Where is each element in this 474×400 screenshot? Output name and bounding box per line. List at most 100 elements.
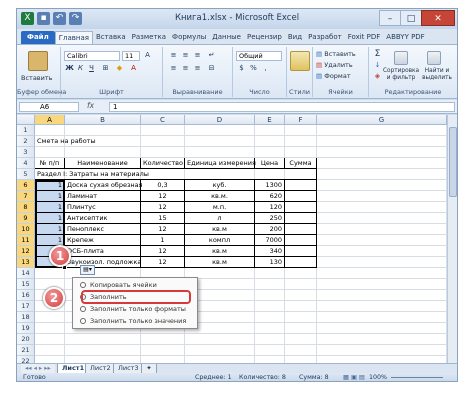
cell-text[interactable]: 1 (35, 202, 65, 213)
formula-input[interactable]: 1 (109, 102, 455, 112)
radio-icon[interactable] (80, 282, 86, 288)
cell[interactable] (317, 345, 447, 356)
cell-text[interactable]: 200 (255, 224, 285, 235)
cell-text[interactable]: Антисептик (65, 213, 141, 224)
cell-text[interactable] (285, 235, 317, 246)
cell-text[interactable]: Доска сухая обрезная (65, 180, 143, 191)
cell-text[interactable]: Ламинат (65, 191, 141, 202)
cell-text[interactable]: 1300 (255, 180, 285, 191)
row-header[interactable]: 2 (17, 136, 35, 147)
cell[interactable] (285, 268, 317, 279)
row-header[interactable]: 17 (17, 301, 35, 312)
cell[interactable] (317, 224, 447, 235)
cell[interactable] (285, 290, 317, 301)
row-header[interactable]: 8 (17, 202, 35, 213)
cell[interactable] (285, 125, 317, 136)
align-middle-icon[interactable]: ≡ (181, 51, 190, 60)
column-header-e[interactable]: E (255, 115, 285, 125)
cell[interactable] (65, 345, 141, 356)
number-format-dropdown[interactable]: Общий (236, 51, 282, 61)
cell-text[interactable]: 340 (255, 246, 285, 257)
option-fill-formats-only[interactable]: Заполнить только форматы (77, 303, 195, 315)
cell[interactable] (185, 136, 255, 147)
cell[interactable] (285, 147, 317, 158)
row-header[interactable]: 18 (17, 312, 35, 323)
cell[interactable] (35, 356, 65, 363)
cell-text[interactable]: 7000 (255, 235, 285, 246)
grow-font-icon[interactable]: A (143, 51, 152, 60)
cell-text[interactable] (285, 191, 317, 202)
cell[interactable] (255, 279, 285, 290)
cell-text[interactable] (285, 246, 317, 257)
italic-icon[interactable]: К (76, 64, 85, 73)
borders-icon[interactable]: ⊞ (101, 64, 110, 73)
cell[interactable] (141, 356, 185, 363)
tab-foxit[interactable]: Foxit PDF (345, 31, 384, 44)
paste-button[interactable]: Вставить (21, 74, 52, 82)
cell-text[interactable] (285, 257, 317, 268)
cell[interactable] (255, 125, 285, 136)
cell[interactable] (141, 147, 185, 158)
fill-icon[interactable]: ↓ (373, 61, 382, 70)
cell-text[interactable]: 12 (141, 257, 185, 268)
comma-icon[interactable]: , (261, 64, 270, 73)
format-cells-button[interactable]: ▤ Формат (316, 72, 351, 80)
cell[interactable] (35, 147, 65, 158)
cell-text[interactable]: 12 (141, 191, 185, 202)
row-header[interactable]: 6 (17, 180, 35, 191)
cell[interactable] (317, 279, 447, 290)
tab-file[interactable]: Файл (21, 31, 55, 44)
cell[interactable] (185, 345, 255, 356)
autosum-icon[interactable]: Σ (373, 50, 382, 59)
font-color-icon[interactable]: A (129, 64, 138, 73)
font-size-dropdown[interactable]: 11 (122, 51, 140, 61)
styles-icon[interactable] (290, 51, 310, 71)
tab-data[interactable]: Данные (209, 31, 244, 44)
sort-filter-icon[interactable] (394, 51, 408, 65)
bold-icon[interactable]: Ж (65, 64, 74, 73)
align-bottom-icon[interactable]: ≡ (193, 51, 202, 60)
sort-filter-button[interactable]: Сортировка и фильтр (383, 68, 419, 82)
cell[interactable] (255, 323, 285, 334)
cell-text[interactable]: Смета на работы (35, 136, 185, 147)
cell-text[interactable]: Сумма (285, 158, 317, 169)
cell[interactable] (317, 301, 447, 312)
cell[interactable] (141, 125, 185, 136)
cell[interactable] (255, 136, 285, 147)
cell[interactable] (317, 136, 447, 147)
cell-text[interactable]: ОСБ-плита (65, 246, 141, 257)
cell[interactable] (317, 169, 447, 180)
cell[interactable] (317, 312, 447, 323)
align-left-icon[interactable]: ≡ (169, 64, 178, 73)
cell[interactable] (141, 334, 185, 345)
cell[interactable] (317, 235, 447, 246)
radio-icon[interactable] (80, 306, 86, 312)
cell-text[interactable]: 12 (141, 224, 185, 235)
merge-icon[interactable]: ⊟ (207, 64, 216, 73)
option-fill-values-only[interactable]: Заполнить только значения (77, 315, 195, 327)
row-header[interactable]: 20 (17, 334, 35, 345)
cell[interactable] (255, 147, 285, 158)
cell-text[interactable]: Наименование (65, 158, 141, 169)
cell[interactable] (185, 125, 255, 136)
cell[interactable] (317, 191, 447, 202)
cell[interactable] (285, 334, 317, 345)
align-top-icon[interactable]: ≡ (169, 51, 178, 60)
cell[interactable] (65, 147, 141, 158)
cell-text[interactable]: 1 (35, 191, 65, 202)
cell-text[interactable] (285, 202, 317, 213)
cell-text[interactable] (285, 180, 317, 191)
cell-text[interactable]: Плинтус (65, 202, 141, 213)
row-header[interactable]: 10 (17, 224, 35, 235)
cell[interactable] (285, 356, 317, 363)
row-header[interactable]: 22 (17, 356, 35, 363)
cell[interactable] (317, 334, 447, 345)
wrap-text-icon[interactable]: ↵ (207, 51, 216, 60)
cell-text[interactable] (285, 224, 317, 235)
row-header[interactable]: 4 (17, 158, 35, 169)
cell[interactable] (35, 312, 65, 323)
cell[interactable] (285, 345, 317, 356)
cell[interactable] (185, 334, 255, 345)
radio-icon[interactable] (80, 318, 86, 324)
cell[interactable] (317, 268, 447, 279)
